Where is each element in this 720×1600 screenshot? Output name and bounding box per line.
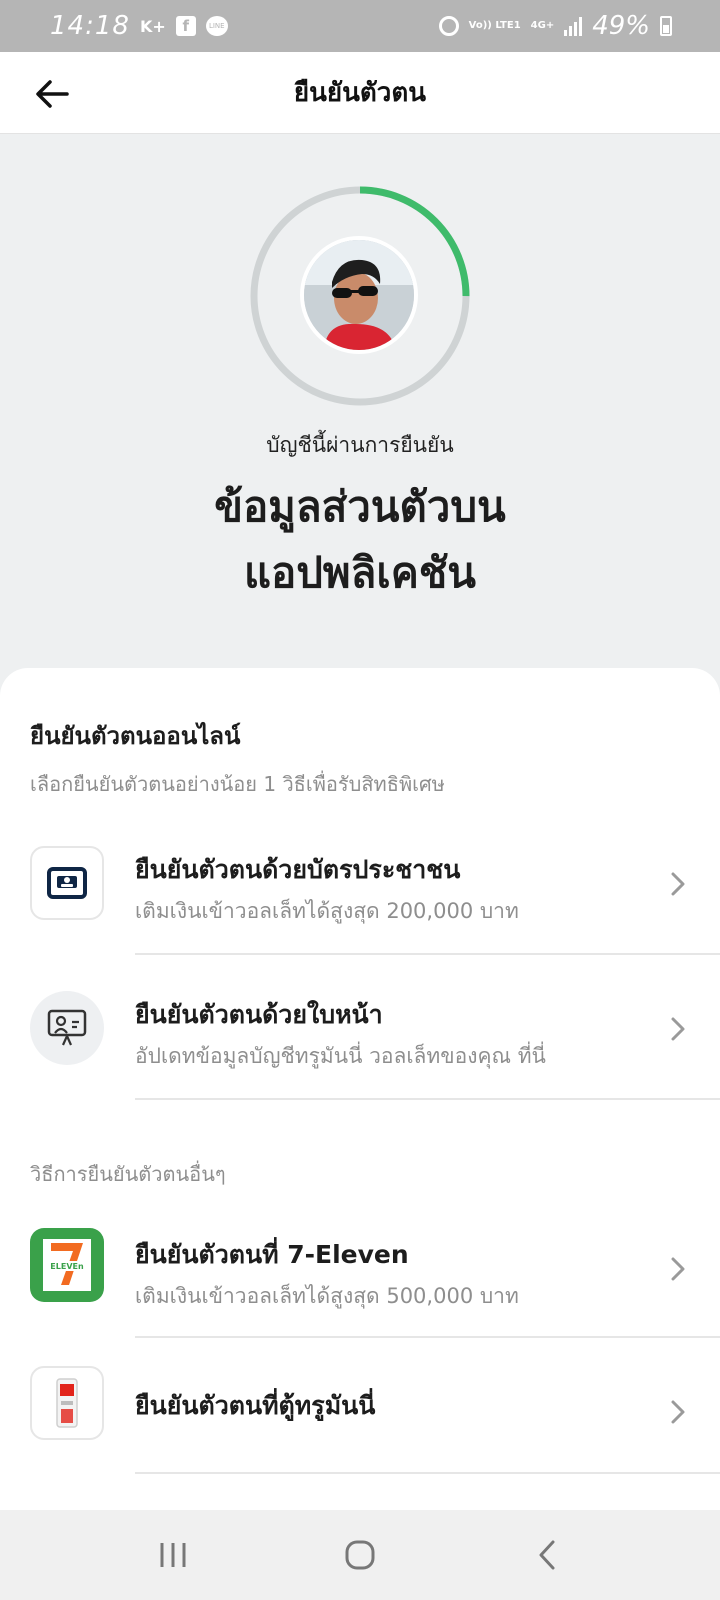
page-title: ยืนยันตัวตน bbox=[293, 78, 427, 108]
back-icon bbox=[539, 1540, 555, 1570]
home-button[interactable] bbox=[330, 1530, 390, 1580]
face-verify-row[interactable]: ยืนยันตัวตนด้วยใบหน้า อัปเดทข้อมูลบัญชีท… bbox=[0, 958, 720, 1100]
system-nav-bar bbox=[0, 1510, 720, 1600]
chevron-right-icon bbox=[671, 872, 685, 896]
avatar-photo bbox=[304, 240, 414, 350]
seven-eleven-verify-row[interactable]: ELEVEn ยืนยันตัวตนที่ 7-Eleven เติมเงินเ… bbox=[0, 1198, 720, 1340]
verification-methods-card: ยืนยันตัวตนออนไลน์ เลือกยืนยันตัวตนอย่าง… bbox=[0, 668, 720, 1510]
battery-percent: 49% bbox=[592, 11, 650, 41]
nav-back-button[interactable] bbox=[517, 1530, 577, 1580]
back-button[interactable] bbox=[30, 72, 74, 116]
row-title: ยืนยันตัวตนด้วยบัตรประชาชน bbox=[135, 855, 461, 884]
id-card-verify-row[interactable]: ยืนยันตัวตนด้วยบัตรประชาชน เติมเงินเข้าว… bbox=[0, 813, 720, 955]
facebook-icon: f bbox=[175, 16, 196, 36]
verification-hero: บัญชีนี้ผ่านการยืนยัน ข้อมูลส่วนตัวบน แอ… bbox=[0, 134, 720, 674]
row-divider bbox=[135, 1098, 720, 1100]
battery-icon bbox=[660, 16, 672, 36]
online-section-subtitle: เลือกยืนยันตัวตนอย่างน้อย 1 วิธีเพื่อรับ… bbox=[30, 772, 445, 796]
hero-title: ข้อมูลส่วนตัวบน แอปพลิเคชัน bbox=[0, 474, 720, 606]
network-label: 4G+ bbox=[530, 20, 555, 31]
kiosk-verify-row[interactable]: ยืนยันตัวตนที่ตู้ทรูมันนี่ bbox=[0, 1338, 720, 1480]
carrier-text: K+ bbox=[139, 16, 166, 36]
home-icon bbox=[345, 1540, 375, 1570]
status-time: 14:18 bbox=[50, 11, 130, 41]
row-title: ยืนยันตัวตนด้วยใบหน้า bbox=[135, 1000, 383, 1029]
verified-status-label: บัญชีนี้ผ่านการยืนยัน bbox=[266, 433, 454, 457]
row-title: ยืนยันตัวตนที่ 7-Eleven bbox=[135, 1240, 409, 1269]
arrow-left-icon bbox=[36, 80, 69, 108]
recent-apps-button[interactable] bbox=[143, 1530, 203, 1580]
status-right: Vo)) LTE1 4G+ 49% bbox=[438, 11, 672, 41]
chevron-right-icon bbox=[671, 1017, 685, 1041]
online-section-title: ยืนยันตัวตนออนไลน์ bbox=[30, 722, 241, 750]
chevron-right-icon bbox=[671, 1400, 685, 1424]
chevron-right-icon bbox=[671, 1257, 685, 1281]
avatar bbox=[300, 236, 418, 354]
seven-eleven-logo-text: ELEVEn bbox=[50, 1262, 84, 1271]
face-verify-icon bbox=[30, 991, 104, 1065]
status-left: 14:18 K+ f LINE bbox=[50, 11, 228, 41]
alarm-icon bbox=[438, 16, 459, 36]
seven-eleven-icon: ELEVEn bbox=[30, 1228, 104, 1302]
row-subtitle: เติมเงินเข้าวอลเล็ทได้สูงสุด 200,000 บาท bbox=[135, 899, 519, 923]
other-methods-title: วิธีการยืนยันตัวตนอื่นๆ bbox=[30, 1162, 226, 1186]
kiosk-icon bbox=[30, 1366, 104, 1440]
line-icon: LINE bbox=[205, 16, 228, 36]
row-divider bbox=[135, 953, 720, 955]
row-divider bbox=[135, 1472, 720, 1474]
hero-title-line-2: แอปพลิเคชัน bbox=[243, 548, 477, 597]
status-bar: 14:18 K+ f LINE Vo)) LTE1 4G+ 49% bbox=[0, 0, 720, 52]
app-header: ยืนยันตัวตน bbox=[0, 52, 720, 134]
id-card-icon bbox=[30, 846, 104, 920]
row-title: ยืนยันตัวตนที่ตู้ทรูมันนี่ bbox=[135, 1391, 376, 1420]
hero-title-line-1: ข้อมูลส่วนตัวบน bbox=[214, 482, 506, 531]
signal-icon bbox=[564, 16, 583, 36]
recent-apps-icon bbox=[160, 1543, 186, 1567]
row-subtitle: อัปเดทข้อมูลบัญชีทรูมันนี่ วอลเล็ทของคุณ… bbox=[135, 1044, 546, 1068]
volte-label: Vo)) LTE1 bbox=[468, 20, 521, 31]
row-subtitle: เติมเงินเข้าวอลเล็ทได้สูงสุด 500,000 บาท bbox=[135, 1284, 519, 1308]
